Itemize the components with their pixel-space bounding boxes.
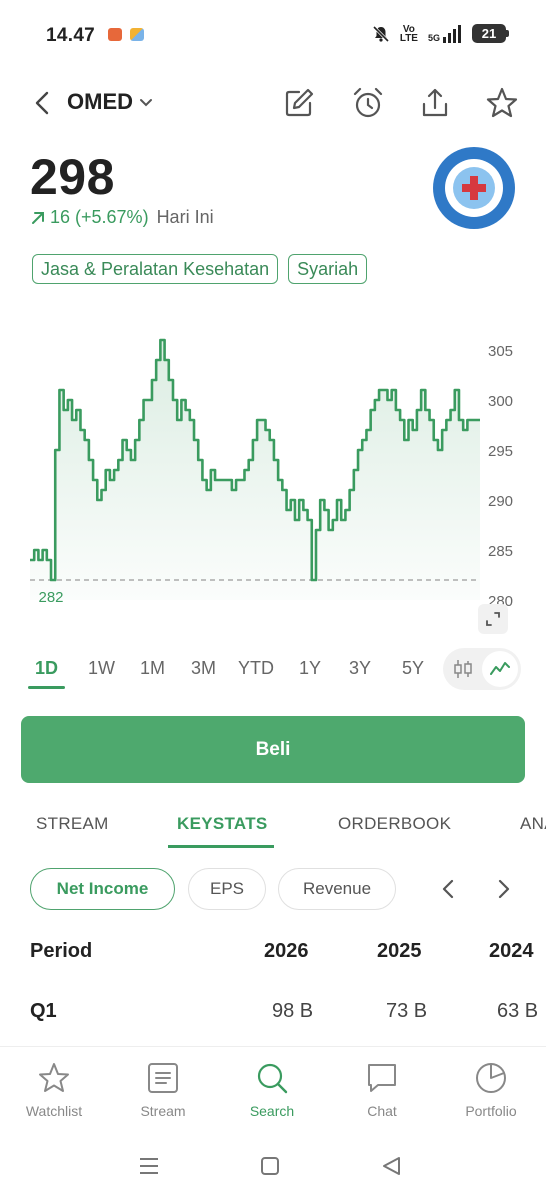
pill-eps[interactable]: EPS: [188, 868, 266, 910]
nav-portfolio[interactable]: Portfolio: [446, 1061, 536, 1119]
home-icon[interactable]: [260, 1156, 280, 1176]
y-tick-label: 290: [488, 493, 513, 510]
nav-watchlist[interactable]: Watchlist: [9, 1061, 99, 1119]
tab-stream[interactable]: STREAM: [36, 814, 109, 834]
range-3m[interactable]: 3M: [191, 658, 216, 679]
nav-search[interactable]: Search: [227, 1061, 317, 1119]
header-period: Period: [30, 940, 93, 962]
system-navigation-bar: [0, 1140, 546, 1200]
alarm-clock-icon[interactable]: [351, 86, 385, 120]
share-icon[interactable]: [418, 86, 452, 120]
nav-stream[interactable]: Stream: [118, 1061, 208, 1119]
nav-label: Chat: [367, 1103, 397, 1119]
portfolio-icon: [476, 1063, 506, 1093]
row-period: Q1: [30, 1000, 57, 1022]
signal-icon: 5G: [428, 24, 462, 43]
photos-app-icon: [130, 28, 144, 41]
range-1m[interactable]: 1M: [140, 658, 165, 679]
ticker-symbol: OMED: [67, 89, 133, 114]
y-tick-label: 300: [488, 393, 513, 410]
row-value: 98 B: [272, 1000, 314, 1022]
tab-analysis[interactable]: ANALYSIS: [520, 814, 546, 834]
status-indicators: Vo LTE 5G 21: [372, 23, 509, 44]
stream-icon: [148, 1063, 178, 1093]
table-row: Q1 98 B 73 B 63 B: [0, 992, 546, 1032]
range-1d[interactable]: 1D: [35, 658, 58, 679]
tab-active-indicator: [168, 845, 274, 848]
notification-icons: [108, 28, 144, 41]
detail-tabs: STREAM KEYSTATS ORDERBOOK ANALYSIS: [0, 800, 546, 850]
bottom-navigation: Watchlist Stream Search Chat Portfolio: [0, 1046, 546, 1134]
search-icon: [257, 1063, 288, 1094]
y-tick-label: 295: [488, 443, 513, 460]
low-price-label: 282: [39, 589, 64, 606]
row-value: 73 B: [386, 1000, 428, 1022]
company-logo: [433, 147, 515, 229]
pill-net-income[interactable]: Net Income: [30, 868, 175, 910]
game-app-icon: [108, 28, 122, 41]
y-tick-label: 305: [488, 343, 513, 360]
nav-label: Stream: [140, 1103, 186, 1119]
buy-button[interactable]: Beli: [21, 716, 525, 783]
status-time: 14.47: [46, 25, 96, 46]
chevron-down-icon: [140, 99, 152, 107]
mute-bell-icon: [372, 25, 389, 42]
nav-chat[interactable]: Chat: [337, 1061, 427, 1119]
status-bar: 14.47 Vo LTE 5G 21: [0, 0, 546, 70]
expand-icon: [486, 612, 500, 626]
range-active-indicator: [28, 686, 65, 689]
nav-label: Portfolio: [465, 1103, 517, 1119]
back-arrow-icon[interactable]: [28, 88, 58, 118]
tab-keystats[interactable]: KEYSTATS: [177, 814, 268, 834]
keystats-header-row: Period 2026 2025 2024: [0, 932, 546, 972]
sector-tags: Jasa & Peralatan Kesehatan Syariah: [32, 254, 368, 284]
y-tick-label: 285: [488, 543, 513, 560]
candlestick-icon[interactable]: [452, 658, 474, 680]
star-icon[interactable]: [485, 86, 519, 120]
range-3y[interactable]: 3Y: [349, 658, 371, 679]
current-price: 298: [30, 149, 115, 205]
star-icon: [39, 1063, 69, 1092]
line-chart-icon[interactable]: [489, 658, 511, 680]
header-year: 2025: [377, 940, 422, 962]
syariah-tag[interactable]: Syariah: [288, 254, 368, 284]
chat-icon: [368, 1064, 396, 1092]
change-period: Hari Ini: [156, 207, 214, 227]
range-5y[interactable]: 5Y: [402, 658, 424, 679]
range-1y[interactable]: 1Y: [299, 658, 321, 679]
chevron-left-icon[interactable]: [436, 876, 462, 902]
range-ytd[interactable]: YTD: [238, 658, 274, 679]
ticker-selector[interactable]: OMED: [67, 89, 153, 115]
high-price-label: 306: [148, 330, 173, 334]
header-year: 2026: [264, 940, 309, 962]
edit-note-icon[interactable]: [282, 86, 316, 120]
volte-indicator: Vo LTE: [399, 23, 418, 44]
price-chart[interactable]: 305300295290285280306282: [0, 330, 546, 610]
battery-icon: 21: [472, 24, 509, 43]
change-value: 16 (+5.67%): [50, 207, 149, 227]
tab-orderbook[interactable]: ORDERBOOK: [338, 814, 451, 834]
pill-revenue[interactable]: Revenue: [278, 868, 396, 910]
nav-label: Watchlist: [25, 1103, 83, 1119]
price-change: 16 (+5.67%) Hari Ini: [30, 207, 214, 228]
price-area: [30, 340, 480, 600]
stock-header: OMED: [0, 80, 546, 126]
recents-icon[interactable]: [138, 1156, 160, 1176]
chevron-right-icon[interactable]: [490, 876, 516, 902]
back-icon[interactable]: [380, 1156, 402, 1176]
expand-chart-button[interactable]: [478, 604, 508, 634]
header-year: 2024: [489, 940, 534, 962]
row-value: 63 B: [497, 1000, 539, 1022]
nav-label: Search: [249, 1103, 295, 1119]
range-1w[interactable]: 1W: [88, 658, 115, 679]
arrow-up-right-icon: [32, 211, 44, 224]
sector-tag[interactable]: Jasa & Peralatan Kesehatan: [32, 254, 279, 284]
